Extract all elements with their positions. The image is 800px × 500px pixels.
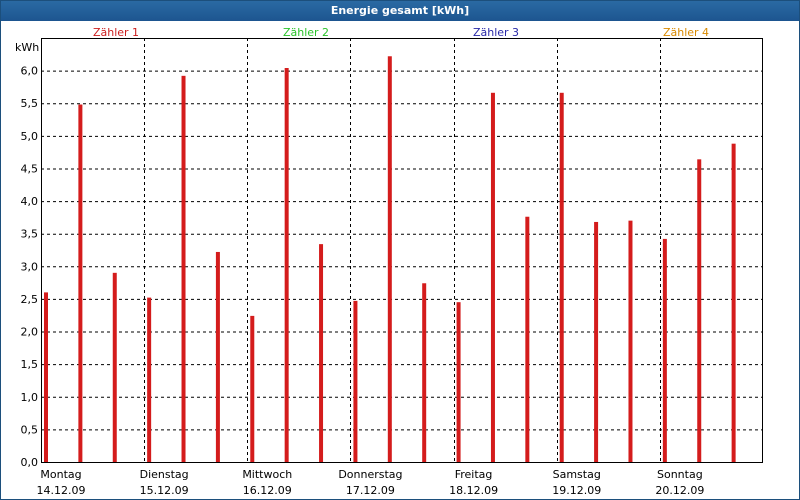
y-axis-label: kWh (15, 41, 39, 54)
y-tick-label: 5,5 (21, 97, 39, 110)
y-tick-label: 2,0 (21, 326, 39, 339)
x-date-label: 19.12.09 (552, 484, 601, 497)
y-tick-label: 4,5 (21, 162, 39, 175)
bar (44, 292, 48, 462)
bar (78, 104, 83, 462)
bar (284, 68, 289, 462)
x-axis-labels: Montag 14.12.09 Dienstag 15.12.09 Mittwoch 16… (37, 468, 705, 497)
x-date-label: 15.12.09 (140, 484, 189, 497)
bar (181, 75, 186, 462)
energy-chart: Zähler 1 Zähler 2 Zähler 3 Zähler 4 kWh 0,0… (15, 26, 763, 497)
bar (250, 315, 255, 462)
x-date-label: 17.12.09 (346, 484, 395, 497)
bar (215, 251, 220, 462)
bar (147, 297, 152, 462)
bar (422, 283, 427, 462)
x-day-label: Donnerstag (338, 468, 402, 481)
x-date-label: 20.12.09 (655, 484, 704, 497)
y-tick-label: 0,5 (21, 423, 39, 436)
x-day-label: Samstag (553, 468, 601, 481)
bar (628, 220, 633, 462)
x-date-label: 18.12.09 (449, 484, 498, 497)
bar (697, 159, 702, 462)
legend: Zähler 1 Zähler 2 Zähler 3 Zähler 4 (93, 26, 709, 39)
y-tick-label: 5,0 (21, 130, 39, 143)
legend-entry: Zähler 2 (283, 26, 329, 39)
y-tick-label: 0,0 (21, 456, 39, 469)
x-date-label: 14.12.09 (37, 484, 86, 497)
y-tick-label: 4,0 (21, 195, 39, 208)
y-tick-label: 1,5 (21, 358, 39, 371)
y-tick-label: 1,0 (21, 391, 39, 404)
bar (731, 143, 736, 463)
legend-entry: Zähler 3 (473, 26, 519, 39)
legend-entry: Zähler 1 (93, 26, 139, 39)
bar (525, 216, 530, 462)
legend-entry: Zähler 4 (663, 26, 709, 39)
x-day-label: Montag (40, 468, 81, 481)
x-day-label: Freitag (455, 468, 493, 481)
y-axis-ticks: 0,0 0,5 1,0 1,5 2,0 2,5 3,0 3,5 4,0 4,5 5,0 5,5 6,0 (21, 65, 39, 469)
bar (490, 92, 495, 462)
bar (319, 244, 324, 462)
window-title: Energie gesamt [kWh] (330, 4, 470, 17)
x-date-label: 16.12.09 (243, 484, 292, 497)
x-day-label: Dienstag (140, 468, 189, 481)
bar (387, 56, 392, 462)
x-day-label: Mittwoch (242, 468, 292, 481)
chart-window: Energie gesamt [kWh] Zähler 1 Zähler 2 Zäh… (0, 0, 800, 500)
bar (456, 302, 461, 462)
y-tick-label: 3,5 (21, 228, 39, 241)
title-bar: Energie gesamt [kWh] (1, 1, 799, 21)
bar (594, 221, 599, 462)
y-tick-label: 2,5 (21, 293, 39, 306)
bar (353, 300, 358, 462)
bars (44, 56, 736, 463)
bar (112, 272, 117, 462)
y-tick-label: 6,0 (21, 65, 39, 78)
bar (559, 92, 564, 462)
bar (662, 238, 667, 462)
x-day-label: Sonntag (657, 468, 703, 481)
y-tick-label: 3,0 (21, 260, 39, 273)
